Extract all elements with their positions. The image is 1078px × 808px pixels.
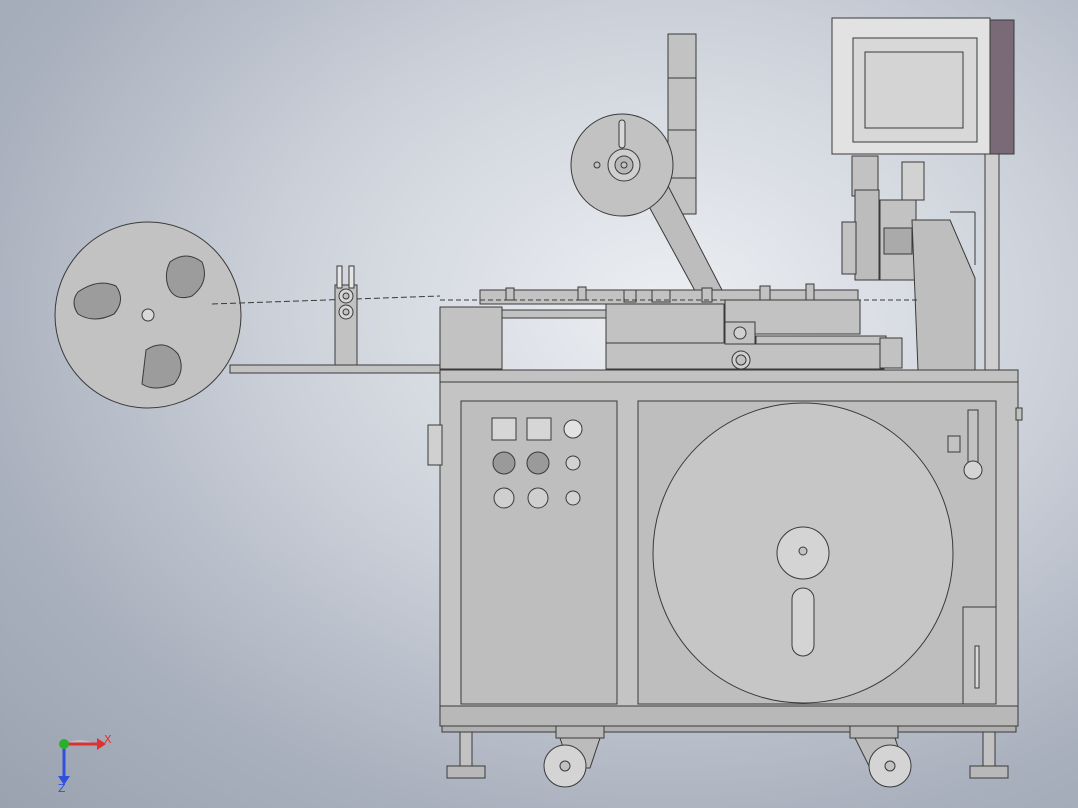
- label-reel-assembly: [570, 113, 723, 301]
- hmi-post: [984, 149, 1000, 371]
- conveyor-deck: [439, 283, 920, 370]
- panel-button: [527, 487, 549, 509]
- supply-reel-assembly: [54, 221, 443, 409]
- x-axis-label: X: [104, 733, 112, 746]
- carrier-tape: [211, 295, 441, 305]
- waste-reel-door: [637, 400, 997, 705]
- tape-guide-post: [334, 265, 358, 366]
- view-triad: X Z: [58, 733, 112, 795]
- panel-knob: [492, 451, 516, 475]
- power-lamp: [563, 419, 583, 439]
- cabinet-base: [439, 705, 1019, 727]
- panel-button: [493, 487, 515, 509]
- reel-hub: [141, 308, 155, 322]
- reel-cutout: [141, 344, 182, 389]
- temperature-display: [491, 417, 517, 441]
- hmi-screen: [864, 51, 964, 129]
- z-axis-label: Z: [58, 782, 66, 795]
- reel-support-beam: [229, 364, 443, 374]
- feet-and-casters: [441, 725, 1017, 788]
- supply-reel: [54, 221, 242, 409]
- cad-viewport[interactable]: X Z: [0, 0, 1078, 808]
- side-knob: [427, 424, 443, 466]
- waste-reel-slot: [791, 587, 815, 657]
- reel-slot: [618, 119, 626, 149]
- machine-drawing: X Z: [54, 17, 1023, 795]
- y-axis-dot: [59, 739, 69, 749]
- temperature-display: [526, 417, 552, 441]
- panel-knob: [526, 451, 550, 475]
- hmi-side: [987, 19, 1015, 155]
- tabletop: [439, 369, 1019, 383]
- signal-tower: [667, 33, 697, 215]
- control-panel: [460, 400, 618, 705]
